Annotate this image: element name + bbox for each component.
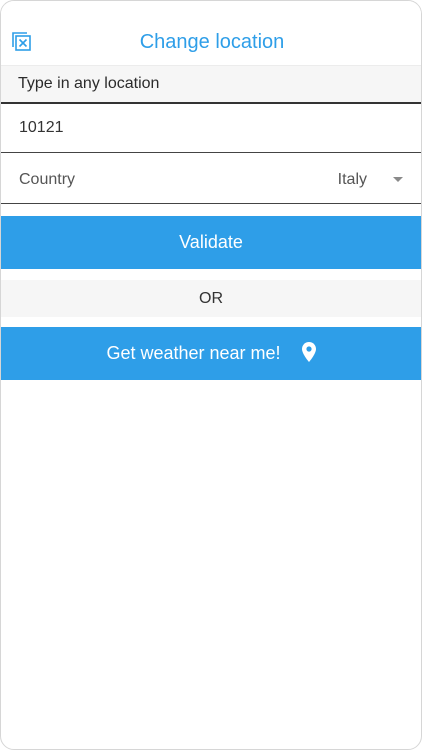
location-hint-label: Type in any location (18, 75, 160, 92)
or-label: OR (199, 290, 223, 307)
map-pin-icon (301, 342, 316, 363)
app-frame: Change location Type in any location Cou… (0, 0, 422, 750)
caret-down-icon (393, 177, 403, 182)
or-divider: OR (1, 280, 421, 317)
header: Change location (1, 1, 421, 65)
country-select[interactable]: Country Italy (1, 155, 421, 204)
location-input[interactable] (1, 104, 421, 153)
location-hint: Type in any location (1, 65, 421, 104)
country-value: Italy (337, 171, 367, 188)
get-weather-near-me-button[interactable]: Get weather near me! (1, 327, 421, 380)
page-title: Change location (139, 31, 285, 53)
country-label: Country (19, 171, 76, 188)
validate-button[interactable]: Validate (1, 216, 421, 269)
validate-label: Validate (179, 232, 243, 252)
near-me-label: Get weather near me! (106, 343, 281, 363)
